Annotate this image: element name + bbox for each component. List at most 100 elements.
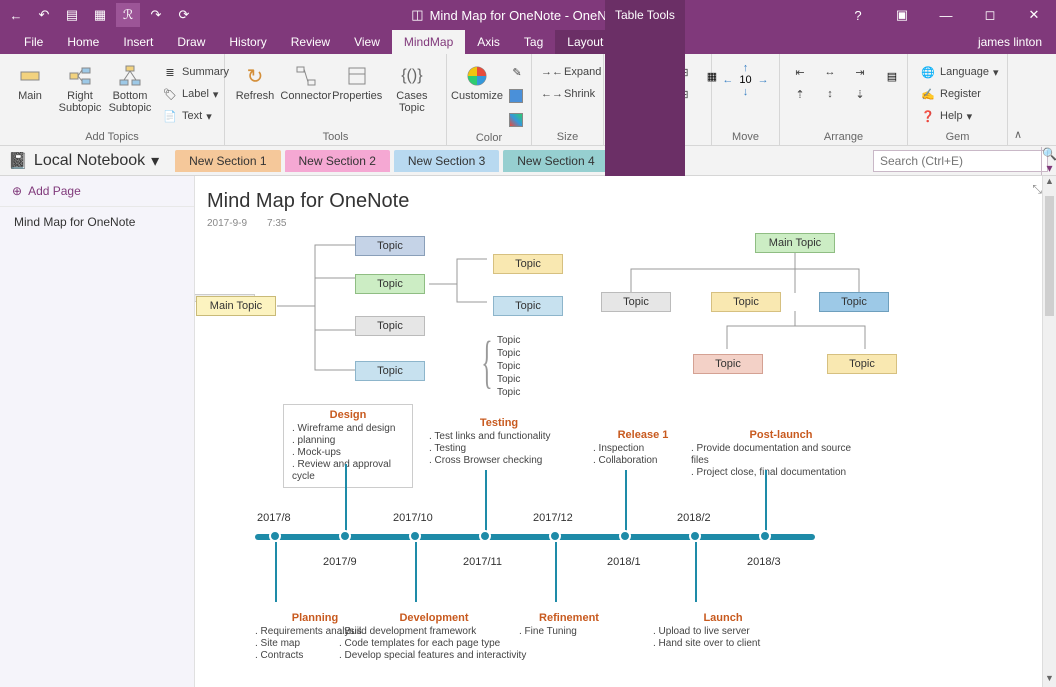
mm1-topic-2[interactable]: Topic xyxy=(355,274,425,294)
page-icon[interactable]: ▤ xyxy=(60,3,84,27)
color-preset3-button[interactable] xyxy=(505,110,529,130)
tl-dot-1[interactable] xyxy=(339,530,351,542)
tl-dot-3[interactable] xyxy=(479,530,491,542)
menu-draw[interactable]: Draw xyxy=(165,30,217,54)
register-button[interactable]: ✍Register xyxy=(916,84,1002,104)
tl-dot-2[interactable] xyxy=(409,530,421,542)
color-preset1-button[interactable]: ✎ xyxy=(505,62,529,82)
mm2-child-3[interactable]: Topic xyxy=(819,292,889,312)
menu-history[interactable]: History xyxy=(217,30,278,54)
mm2-grandchild-1[interactable]: Topic xyxy=(693,354,763,374)
cases-topic-button[interactable]: {()}Cases Topic xyxy=(386,62,438,116)
expand-button[interactable]: →←Expand xyxy=(540,62,605,82)
mm1-main-topic[interactable]: Main Topic xyxy=(196,296,276,316)
move-left-button[interactable]: ← xyxy=(722,74,733,86)
arrange-1[interactable]: ⇤ xyxy=(788,62,812,82)
mm1-topic-4[interactable]: Topic xyxy=(355,361,425,381)
color-preset2-button[interactable] xyxy=(505,86,529,106)
phase-launch[interactable]: Launch . Upload to live server. Hand sit… xyxy=(653,612,793,650)
move-right-button[interactable]: → xyxy=(758,74,769,86)
vertical-scrollbar[interactable]: ▲ ▼ xyxy=(1042,176,1056,687)
arrange-2[interactable]: ⇡ xyxy=(788,84,812,104)
menu-tag[interactable]: Tag xyxy=(512,30,555,54)
menu-home[interactable]: Home xyxy=(55,30,111,54)
phase-postlaunch[interactable]: Post-launch . Provide documentation and … xyxy=(691,429,871,479)
scroll-down-button[interactable]: ▼ xyxy=(1043,673,1056,687)
connector-button[interactable]: Connector xyxy=(283,62,329,104)
customize-color-button[interactable]: Customize xyxy=(455,62,499,104)
mm1-topic-list[interactable]: TopicTopicTopicTopicTopic xyxy=(497,334,520,399)
properties-button[interactable]: Properties xyxy=(335,62,380,104)
tl-dot-7[interactable] xyxy=(759,530,771,542)
search-box[interactable]: 🔍▾ xyxy=(873,150,1048,172)
tl-dot-5[interactable] xyxy=(619,530,631,542)
mm1-sub-1[interactable]: Topic xyxy=(493,254,563,274)
user-name[interactable]: james linton xyxy=(964,31,1056,53)
help-menu-button[interactable]: ❓Help ▾ xyxy=(916,106,1002,126)
menu-mindmap[interactable]: MindMap xyxy=(392,30,465,54)
phase-release1[interactable]: Release 1 . Inspection. Collaboration xyxy=(593,429,693,467)
minimize-button[interactable]: — xyxy=(928,3,964,27)
scroll-thumb[interactable] xyxy=(1045,196,1054,316)
language-button[interactable]: 🌐Language ▾ xyxy=(916,62,1002,82)
right-subtopic-button[interactable]: Right Subtopic xyxy=(58,62,102,116)
dropdown-icon: ▾ xyxy=(213,88,219,101)
arrange-5[interactable]: ⇥ xyxy=(848,62,872,82)
distribute-button[interactable]: ▤ xyxy=(878,62,906,90)
menu-review[interactable]: Review xyxy=(279,30,342,54)
bottom-subtopic-button[interactable]: Bottom Subtopic xyxy=(108,62,152,116)
sync-button[interactable]: ⟳ xyxy=(172,3,196,27)
summary-button[interactable]: ≣Summary xyxy=(158,62,233,82)
arrange-3[interactable]: ↔ xyxy=(818,62,842,82)
mm2-main-topic[interactable]: Main Topic xyxy=(755,233,835,253)
collapse-ribbon-button[interactable]: ∧ xyxy=(1008,54,1028,145)
close-button[interactable]: ✕ xyxy=(1016,3,1052,27)
redo-button[interactable]: ↷ xyxy=(144,3,168,27)
mm1-topic-3[interactable]: Topic xyxy=(355,316,425,336)
mindmap-quick-icon[interactable]: ℛ xyxy=(116,3,140,27)
undo-button[interactable]: ↶ xyxy=(32,3,56,27)
mm1-sub-2[interactable]: Topic xyxy=(493,296,563,316)
tl-dot-4[interactable] xyxy=(549,530,561,542)
phase-design-box[interactable]: Design . Wireframe and design. planning.… xyxy=(283,404,413,488)
help-button[interactable]: ? xyxy=(840,3,876,27)
mm2-grandchild-2[interactable]: Topic xyxy=(827,354,897,374)
move-distance-value[interactable]: 10 xyxy=(735,74,755,86)
scroll-up-button[interactable]: ▲ xyxy=(1043,176,1056,190)
notebook-selector[interactable]: 📓 Local Notebook ▾ xyxy=(8,151,167,171)
menu-view[interactable]: View xyxy=(342,30,392,54)
phase-development[interactable]: Development . Build development framewor… xyxy=(339,612,529,662)
page-item-1[interactable]: Mind Map for OneNote xyxy=(0,207,194,237)
menu-axis[interactable]: Axis xyxy=(465,30,512,54)
section-tab-1[interactable]: New Section 1 xyxy=(175,150,280,172)
mm1-topic-1[interactable]: Topic xyxy=(355,236,425,256)
add-page-button[interactable]: ⊕Add Page xyxy=(0,176,194,207)
section-tab-2[interactable]: New Section 2 xyxy=(285,150,390,172)
mm2-child-1[interactable]: Topic xyxy=(601,292,671,312)
back-button[interactable]: ← xyxy=(4,3,28,27)
main-topic-button[interactable]: Main xyxy=(8,62,52,104)
section-tab-3[interactable]: New Section 3 xyxy=(394,150,499,172)
menu-insert[interactable]: Insert xyxy=(111,30,165,54)
maximize-button[interactable]: ◻ xyxy=(972,3,1008,27)
refresh-button[interactable]: ↻Refresh xyxy=(233,62,277,104)
mm2-child-2[interactable]: Topic xyxy=(711,292,781,312)
phase-testing[interactable]: Testing . Test links and functionality. … xyxy=(429,417,569,467)
search-input[interactable] xyxy=(874,154,1041,168)
search-button[interactable]: 🔍▾ xyxy=(1041,147,1056,175)
label-button[interactable]: 🏷Label ▾ xyxy=(158,84,233,104)
shrink-button[interactable]: ←→Shrink xyxy=(540,84,605,104)
phase-refinement[interactable]: Refinement . Fine Tuning xyxy=(519,612,619,638)
arrange-4[interactable]: ↕ xyxy=(818,84,842,104)
section-tab-4[interactable]: New Section 4 xyxy=(503,150,608,172)
menu-file[interactable]: File xyxy=(12,30,55,54)
page-canvas[interactable]: ⤡ Mind Map for OneNote 2017-9-9 7:35 Mai… xyxy=(195,176,1056,687)
text-button[interactable]: 📄Text ▾ xyxy=(158,106,233,126)
table-icon[interactable]: ▦ xyxy=(88,3,112,27)
arrange-6[interactable]: ⇣ xyxy=(848,84,872,104)
move-up-button[interactable]: ↑ xyxy=(743,62,749,74)
move-down-button[interactable]: ↓ xyxy=(743,86,749,98)
ribbon-display-button[interactable]: ▣ xyxy=(884,3,920,27)
tl-dot-6[interactable] xyxy=(689,530,701,542)
tl-dot-0[interactable] xyxy=(269,530,281,542)
